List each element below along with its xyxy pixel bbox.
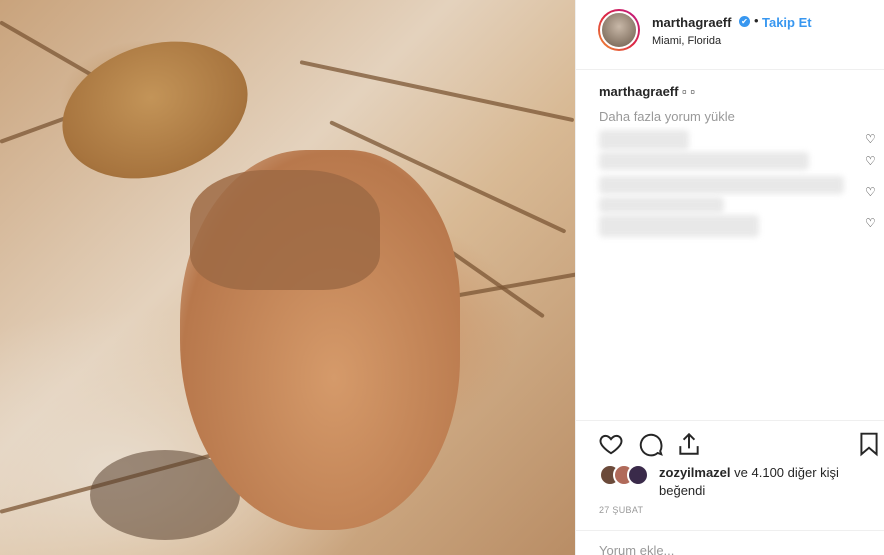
follow-button[interactable]: Takip Et	[762, 15, 812, 30]
post-header: marthagraeff ✔ • Takip Et Miami, Florida	[576, 0, 884, 70]
post-details-panel: marthagraeff ✔ • Takip Et Miami, Florida…	[575, 0, 884, 555]
comment-like-icon[interactable]: ♡	[865, 186, 877, 198]
action-bar	[576, 420, 884, 468]
comment-bar: Yorum ekle...	[576, 530, 884, 555]
comment-like-icon[interactable]: ♡	[865, 133, 877, 145]
liker-avatars	[599, 464, 655, 486]
blurred-comment	[599, 197, 724, 213]
blurred-comment	[599, 152, 809, 170]
post-photo[interactable]	[0, 0, 575, 555]
share-icon[interactable]	[676, 431, 702, 457]
username-link[interactable]: marthagraeff	[652, 15, 731, 30]
location-link[interactable]: Miami, Florida	[652, 35, 721, 47]
verified-icon: ✔	[739, 16, 750, 27]
blurred-comment	[599, 130, 689, 150]
comment-icon[interactable]	[638, 431, 664, 457]
blurred-comment	[599, 215, 759, 237]
blurred-comment	[599, 176, 844, 194]
load-more-comments-button[interactable]: Daha fazla yorum yükle	[599, 109, 735, 124]
avatar[interactable]	[598, 9, 640, 51]
caption-username[interactable]: marthagraeff	[599, 84, 678, 99]
comment-like-icon[interactable]: ♡	[865, 155, 877, 167]
comment-like-icon[interactable]: ♡	[865, 217, 877, 229]
caption-text: ▫ ▫	[682, 84, 695, 99]
caption: marthagraeff ▫ ▫	[599, 84, 695, 99]
post-date[interactable]: 27 ŞUBAT	[599, 505, 643, 515]
avatar[interactable]	[627, 464, 649, 486]
likes-text: zozyilmazel ve 4.100 diğer kişi beğendi	[659, 464, 859, 500]
liker-username[interactable]: zozyilmazel	[659, 465, 731, 480]
comment-input[interactable]: Yorum ekle...	[599, 543, 674, 555]
separator-dot: •	[754, 13, 759, 28]
bookmark-icon[interactable]	[856, 431, 882, 457]
heart-icon[interactable]	[598, 431, 624, 457]
